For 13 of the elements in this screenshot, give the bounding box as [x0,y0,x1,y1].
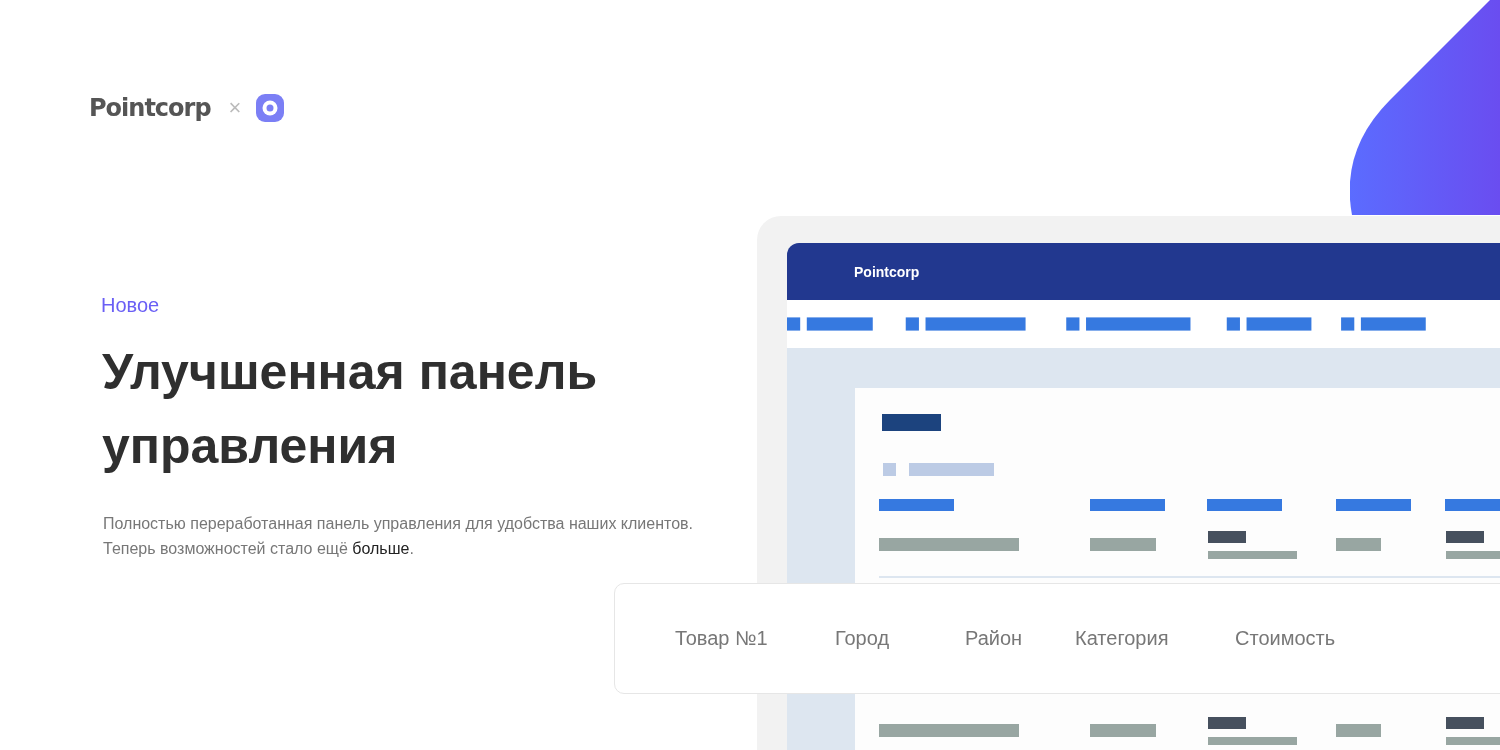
app-brand: Pointcorp [854,263,920,280]
app-logo-icon [255,93,286,123]
description: Полностью переработанная панель управления для удобства наших клиентов. Теперь возможностей стало ещё больше. [103,514,694,559]
brand-logo: Pointcorp [89,94,211,122]
more-link[interactable]: больше [352,540,410,557]
section-label: Новое [101,294,161,317]
column-label: Категория [1075,627,1170,650]
separator: × [228,95,242,121]
headline: Улучшенная панель управления [102,343,599,476]
column-label: Район [965,627,1024,650]
column-label: Товар №1 [675,627,769,650]
column-label: Стоимость [1235,627,1337,650]
column-label: Город [835,627,891,650]
